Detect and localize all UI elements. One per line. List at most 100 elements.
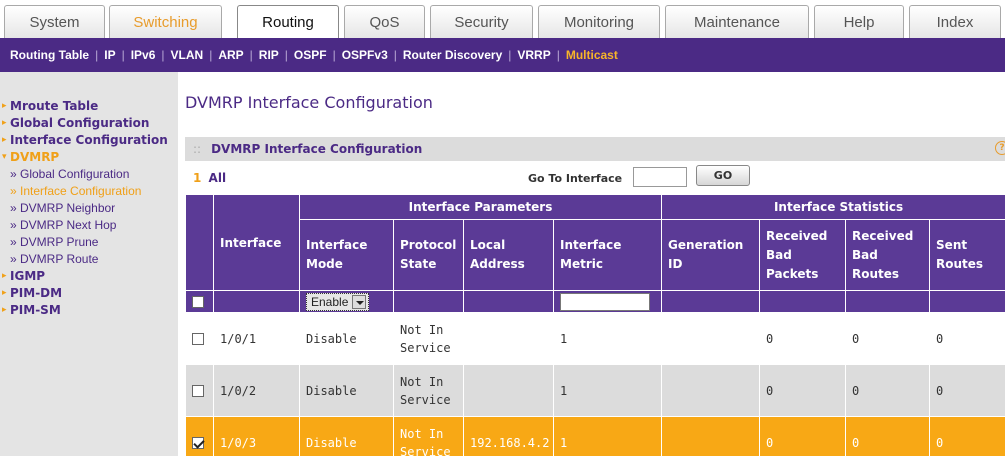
chevron-down-icon[interactable] (352, 294, 367, 309)
table-row-selected[interactable]: 1/0/3 Disable Not In Service 192.168.4.2… (185, 416, 1005, 456)
row-checkbox[interactable] (192, 333, 204, 345)
subnav-routing-table[interactable]: Routing Table (10, 48, 89, 62)
filter-cell (185, 290, 214, 313)
group-header-interface-parameters: Interface Parameters (298, 194, 663, 220)
cell-local-address (463, 312, 554, 365)
filter-cell (463, 290, 554, 313)
page-number[interactable]: 1 (193, 171, 201, 185)
cell-bad-routes: 0 (845, 312, 931, 365)
tab-security[interactable]: Security (430, 5, 533, 38)
sidebar-item-dvmrp[interactable]: ▾ DVMRP (0, 149, 178, 166)
tab-qos[interactable]: QoS (344, 5, 425, 38)
select-column-header (185, 194, 214, 291)
group-header-interface-statistics: Interface Statistics (661, 194, 1005, 220)
cell-mode: Disable (299, 312, 394, 365)
cell-bad-packets: 0 (759, 416, 847, 456)
interface-metric-input[interactable] (560, 292, 650, 311)
sidebar-item-interface-configuration[interactable]: ▸ Interface Configuration (0, 132, 178, 149)
sidebar-subitem-interface-configuration[interactable]: » Interface Configuration (0, 183, 178, 200)
tab-maintenance[interactable]: Maintenance (665, 5, 809, 38)
subnav-ipv6[interactable]: IPv6 (131, 48, 156, 62)
subnav-ospf[interactable]: OSPF (294, 48, 327, 62)
cell-metric: 1 (552, 364, 663, 417)
filter-cell (759, 290, 847, 313)
subnav-rip[interactable]: RIP (259, 48, 279, 62)
sidebar-subitem-global-configuration[interactable]: » Global Configuration (0, 166, 178, 183)
subnav-ip[interactable]: IP (104, 48, 115, 62)
column-header-received-bad-packets: Received Bad Packets (759, 219, 847, 291)
arrow-right-icon: ▸ (2, 118, 7, 128)
tab-monitoring[interactable]: Monitoring (538, 5, 660, 38)
interface-mode-select[interactable]: Enable (306, 292, 370, 311)
top-tab-bar: System Switching Routing QoS Security Mo… (0, 0, 1005, 40)
cell-sent-routes: 0 (929, 364, 1005, 417)
subnav-arp[interactable]: ARP (218, 48, 243, 62)
table-row[interactable]: 1/0/2 Disable Not In Service 1 0 0 0 (185, 364, 1005, 417)
cell-protocol-state: Not In Service (393, 312, 464, 365)
cell-generation-id (661, 312, 761, 365)
table-row[interactable]: 1/0/1 Disable Not In Service 1 0 0 0 (185, 312, 1005, 365)
cell-sent-routes: 0 (929, 312, 1005, 365)
cell-metric: 1 (552, 416, 663, 456)
tab-switching[interactable]: Switching (109, 5, 222, 38)
goto-interface-label: Go To Interface (528, 172, 623, 185)
filter-cell (393, 290, 464, 313)
cell-metric: 1 (552, 312, 663, 365)
sidebar-subitem-dvmrp-neighbor[interactable]: » DVMRP Neighbor (0, 200, 178, 217)
sidebar-item-global-configuration[interactable]: ▸ Global Configuration (0, 115, 178, 132)
row-checkbox[interactable] (192, 385, 204, 397)
subnav-vrrp[interactable]: VRRP (517, 48, 550, 62)
sidebar-item-pim-dm[interactable]: ▸ PIM-DM (0, 285, 178, 302)
filter-cell (845, 290, 931, 313)
filter-cell (929, 290, 1005, 313)
cell-mode: Disable (299, 364, 394, 417)
go-button[interactable]: GO (696, 165, 750, 186)
arrow-right-icon: ▸ (2, 288, 7, 298)
sidebar-subitem-dvmrp-next-hop[interactable]: » DVMRP Next Hop (0, 217, 178, 234)
column-header-received-bad-routes: Received Bad Routes (845, 219, 931, 291)
panel-title: DVMRP Interface Configuration (211, 142, 423, 156)
sidebar-subitem-dvmrp-prune[interactable]: » DVMRP Prune (0, 234, 178, 251)
sidebar-item-igmp[interactable]: ▸ IGMP (0, 268, 178, 285)
subnav-vlan[interactable]: VLAN (171, 48, 204, 62)
arrow-down-icon: ▾ (2, 152, 7, 162)
arrow-right-icon: ▸ (2, 101, 7, 111)
panel-header: :: DVMRP Interface Configuration ? (185, 137, 1005, 161)
filter-cell (661, 290, 761, 313)
help-icon[interactable]: ? (995, 141, 1005, 155)
cell-protocol-state: Not In Service (393, 416, 464, 456)
dvmrp-interface-table: Interface Interface Parameters Interface… (185, 194, 1005, 456)
column-header-generation-id: Generation ID (661, 219, 761, 291)
sidebar-subitem-dvmrp-route[interactable]: » DVMRP Route (0, 251, 178, 268)
sidebar-item-pim-sm[interactable]: ▸ PIM-SM (0, 302, 178, 319)
filter-cell: Enable (299, 290, 394, 313)
tab-help[interactable]: Help (814, 5, 904, 38)
arrow-right-icon: ▸ (2, 271, 7, 281)
column-header-protocol-state: Protocol State (393, 219, 464, 291)
select-all-checkbox[interactable] (192, 296, 204, 308)
column-header-interface: Interface (213, 194, 300, 291)
tab-routing[interactable]: Routing (237, 5, 339, 40)
column-header-interface-metric: Interface Metric (552, 219, 663, 291)
cell-generation-id (661, 364, 761, 417)
subnav-router-discovery[interactable]: Router Discovery (403, 48, 502, 62)
row-checkbox-checked[interactable] (192, 437, 204, 449)
pagination[interactable]: 1 All (193, 171, 226, 185)
page-all-link[interactable]: All (209, 171, 227, 185)
goto-interface-input[interactable] (633, 167, 687, 187)
page-title: DVMRP Interface Configuration (185, 93, 433, 112)
cell-bad-packets: 0 (759, 364, 847, 417)
cell-protocol-state: Not In Service (393, 364, 464, 417)
cell-interface: 1/0/1 (213, 312, 300, 365)
tab-index[interactable]: Index (909, 5, 1001, 38)
subnav-multicast[interactable]: Multicast (566, 48, 618, 62)
sidebar-item-mroute-table[interactable]: ▸ Mroute Table (0, 98, 178, 115)
column-header-sent-routes: Sent Routes (929, 219, 1005, 291)
cell-bad-routes: 0 (845, 364, 931, 417)
arrow-right-icon: ▸ (2, 135, 7, 145)
subnav-ospfv3[interactable]: OSPFv3 (342, 48, 388, 62)
tab-system[interactable]: System (4, 5, 105, 38)
cell-interface: 1/0/3 (213, 416, 300, 456)
filter-cell (213, 290, 300, 313)
cell-bad-packets: 0 (759, 312, 847, 365)
